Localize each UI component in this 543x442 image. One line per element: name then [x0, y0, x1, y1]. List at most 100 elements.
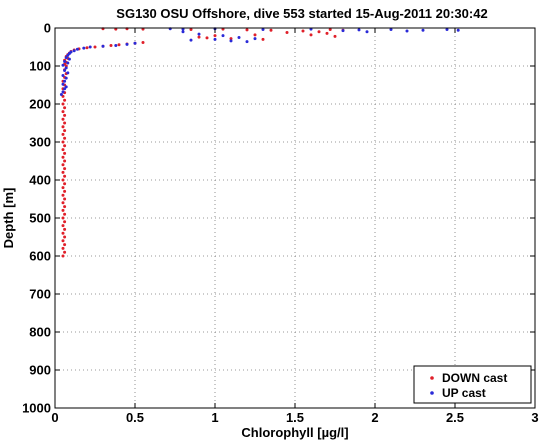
down-cast-point [213, 34, 217, 38]
up-cast-point [59, 93, 63, 96]
up-cast-point [213, 37, 217, 41]
up-cast-point [101, 44, 105, 48]
down-cast-point [63, 98, 67, 102]
y-tick-label: 600 [29, 249, 51, 264]
down-cast-point [93, 45, 97, 49]
down-cast-point [63, 227, 67, 231]
down-cast-point [61, 216, 65, 220]
up-cast-point [63, 69, 67, 73]
legend-marker-down [430, 376, 434, 380]
down-cast-point [301, 29, 305, 33]
down-cast-point [61, 224, 65, 228]
down-cast-point [61, 193, 65, 197]
down-cast-point [63, 129, 67, 133]
down-cast-point [63, 159, 67, 163]
down-cast-point [63, 189, 67, 193]
up-cast-point [405, 29, 409, 33]
down-cast-point [63, 182, 67, 186]
up-cast-point [365, 30, 369, 34]
down-cast-point [61, 254, 65, 258]
down-cast-point [325, 31, 329, 35]
down-cast-point [63, 250, 67, 254]
y-tick-label: 900 [29, 363, 51, 378]
up-cast-point [421, 28, 425, 32]
up-cast-point [253, 37, 257, 41]
y-tick-label: 300 [29, 135, 51, 150]
up-cast-point [61, 90, 65, 94]
up-cast-point [245, 40, 249, 44]
x-tick-label: 2 [371, 410, 378, 425]
legend: DOWN cast UP cast [413, 365, 532, 404]
up-cast-point [237, 36, 241, 39]
up-cast-point [63, 87, 67, 91]
down-cast-point [61, 208, 65, 212]
chart-title: SG130 OSU Offshore, dive 553 started 15-… [116, 6, 487, 21]
down-cast-point [61, 102, 65, 106]
up-cast-point [133, 41, 137, 45]
x-tick-label: 0.5 [126, 410, 144, 425]
up-cast-point [67, 57, 71, 61]
up-cast-point [221, 34, 225, 38]
down-cast-point [63, 220, 67, 224]
up-cast-point [63, 59, 67, 63]
up-cast-point [189, 38, 193, 42]
down-cast-point [63, 205, 67, 209]
y-tick-label: 200 [29, 97, 51, 112]
up-cast-point [357, 28, 361, 32]
down-cast-point [61, 125, 65, 129]
up-cast-point [63, 79, 67, 83]
y-tick-label: 800 [29, 325, 51, 340]
y-tick-label: 500 [29, 211, 51, 226]
down-cast-point [61, 231, 65, 235]
up-cast-point [75, 47, 79, 51]
up-cast-point [61, 63, 65, 67]
up-cast-point [197, 32, 201, 36]
down-cast-point [261, 37, 265, 41]
down-cast-point [63, 151, 67, 155]
down-cast-point [61, 186, 65, 190]
up-cast-point [88, 45, 92, 49]
y-tick-label: 0 [44, 21, 51, 36]
down-cast-point [205, 36, 209, 40]
y-tick-label: 1000 [22, 401, 51, 416]
up-cast-point [125, 42, 129, 46]
down-cast-point [63, 136, 67, 140]
x-tick-label: 0 [51, 410, 58, 425]
up-cast-point [229, 39, 233, 43]
down-cast-point [61, 170, 65, 174]
x-tick-label: 1.5 [286, 410, 304, 425]
up-cast-point [61, 82, 65, 86]
x-tick-label: 3 [531, 410, 538, 425]
down-cast-point [63, 174, 67, 178]
down-cast-point [61, 239, 65, 243]
down-cast-point [109, 43, 113, 47]
down-cast-point [61, 140, 65, 144]
up-cast-point [114, 43, 118, 47]
down-cast-point [61, 132, 65, 136]
plot-area: 0 0.5 1 1.5 2 2.5 3 0 100 200 300 400 500 600 700 800 9… [22, 21, 539, 426]
down-cast-point [63, 167, 67, 171]
down-cast-point [61, 163, 65, 167]
up-cast-point [456, 28, 460, 32]
x-tick-label: 1 [211, 410, 218, 425]
down-cast-point [61, 201, 65, 205]
down-cast-point [61, 178, 65, 182]
up-cast-point [82, 46, 86, 50]
down-cast-point [63, 113, 67, 117]
down-cast-point [63, 235, 67, 239]
down-cast-point [117, 43, 121, 47]
x-tick-label: 2.5 [446, 410, 464, 425]
y-axis-label: Depth [m] [1, 188, 16, 249]
down-cast-point [333, 34, 337, 38]
y-tick-label: 700 [29, 287, 51, 302]
down-cast-point [61, 148, 65, 152]
down-cast-point [63, 121, 67, 125]
legend-label-up: UP cast [442, 386, 486, 400]
up-cast-point [64, 56, 68, 60]
down-cast-point [285, 31, 289, 35]
chart-figure: SG130 OSU Offshore, dive 553 started 15-… [1, 6, 539, 440]
down-cast-point [245, 28, 249, 32]
up-cast-point [66, 71, 70, 75]
up-cast-point [61, 74, 65, 77]
legend-label-down: DOWN cast [442, 371, 507, 385]
